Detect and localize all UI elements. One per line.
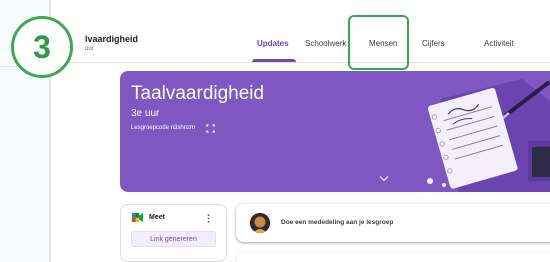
banner-subtitle: 3e uur [131,108,160,119]
meet-card: Meet Link genereren [120,204,227,262]
tab-updates[interactable]: Updates [257,39,289,48]
class-title[interactable]: lvaardigheid [85,34,138,44]
avatar [250,213,270,233]
mensen-tab-highlight [348,15,409,70]
step-number: 3 [33,29,51,65]
meet-label: Meet [149,214,165,221]
more-vert-icon[interactable] [207,214,210,223]
chevron-down-icon[interactable] [379,175,389,182]
announcement-prompt[interactable]: Doe een mededeling aan je lesgroep [281,219,393,226]
class-banner: Taalvaardigheid 3e uur Lesgroepcode n3sh… [120,71,550,192]
tab-activiteit[interactable]: Activiteit [484,39,514,48]
expand-icon[interactable] [206,124,215,133]
class-code: Lesgroepcode n3shnzm [131,125,196,131]
active-tab-indicator [252,59,296,62]
stream-card [236,252,550,262]
top-header: lvaardigheid uur Updates Schoolwerk Mens… [51,0,550,63]
announcement-box[interactable]: Doe een mededeling aan je lesgroep [236,204,550,242]
generate-link-button[interactable]: Link genereren [131,231,216,247]
tab-schoolwerk[interactable]: Schoolwerk [305,39,346,48]
meet-icon [132,213,143,222]
page: lvaardigheid uur Updates Schoolwerk Mens… [0,0,550,262]
notebook-illustration [427,79,550,192]
tab-cijfers[interactable]: Cijfers [422,39,445,48]
class-subtitle: uur [85,46,94,52]
step-badge: 3 [11,16,73,78]
banner-title[interactable]: Taalvaardigheid [131,83,264,105]
